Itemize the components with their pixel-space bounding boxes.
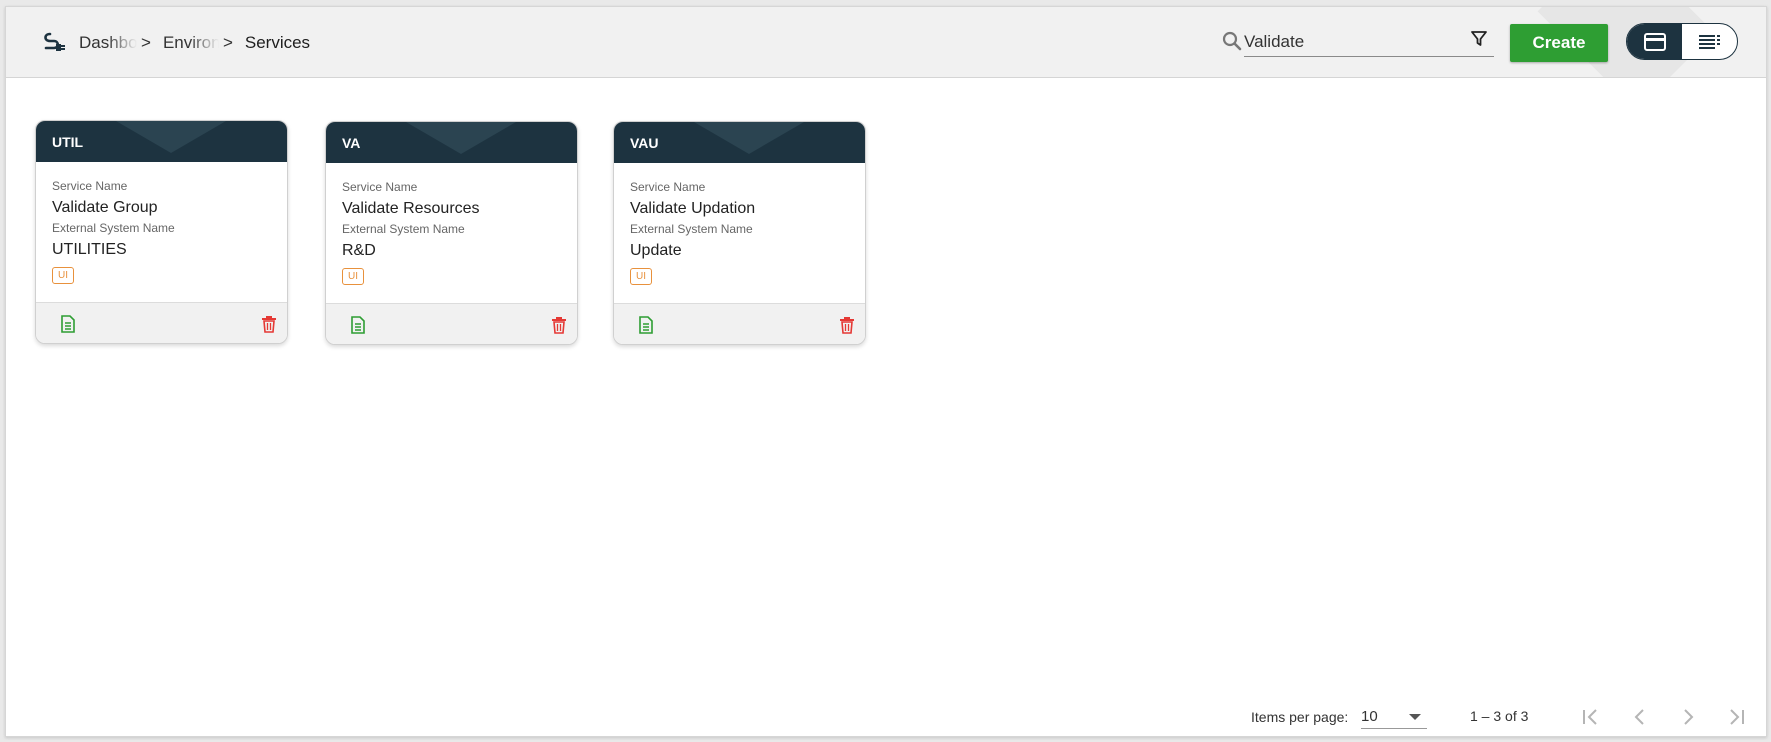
chevron-down-icon [1409, 714, 1421, 720]
service-card[interactable]: VAU Service Name Validate Updation Exter… [613, 121, 866, 345]
last-page-button[interactable] [1724, 705, 1748, 729]
external-system-name: UTILITIES [52, 241, 127, 258]
breadcrumb-separator: > [222, 33, 233, 52]
service-name-label: Service Name [52, 179, 128, 193]
app-logo-icon[interactable] [40, 31, 66, 55]
page-range-label: 1 – 3 of 3 [1470, 708, 1529, 724]
type-badge: UI [342, 268, 364, 285]
app-window: Dashboard > Environments > Services Crea… [5, 6, 1767, 737]
external-system-label: External System Name [342, 222, 465, 236]
card-header-notch [406, 122, 516, 154]
chevron-left-icon [1634, 709, 1644, 725]
list-view-icon [1698, 34, 1720, 49]
search-field [1244, 27, 1494, 57]
previous-page-button[interactable] [1628, 705, 1652, 729]
first-page-button[interactable] [1579, 705, 1603, 729]
delete-icon[interactable] [261, 315, 277, 333]
next-page-button[interactable] [1676, 705, 1700, 729]
delete-icon[interactable] [839, 316, 855, 334]
card-header: VAU [614, 122, 865, 163]
service-name-label: Service Name [630, 180, 706, 194]
search-input[interactable] [1244, 29, 1454, 55]
external-system-label: External System Name [52, 221, 175, 235]
breadcrumb-services: Services [244, 33, 311, 52]
external-system-label: External System Name [630, 222, 753, 236]
create-button[interactable]: Create [1510, 24, 1608, 62]
top-header: Dashboard > Environments > Services Crea… [6, 7, 1766, 78]
list-view-button[interactable] [1682, 24, 1737, 59]
service-code: VA [342, 135, 361, 151]
breadcrumb-environments[interactable]: Environments [163, 33, 219, 53]
document-icon[interactable] [350, 316, 366, 334]
card-footer [614, 303, 865, 344]
external-system-name: Update [630, 242, 682, 259]
chevron-right-icon [1684, 709, 1694, 725]
card-header: UTIL [36, 121, 287, 162]
service-name: Validate Group [52, 199, 158, 216]
card-header: VA [326, 122, 577, 163]
card-body: Service Name Validate Resources External… [326, 163, 577, 305]
service-code: VAU [630, 135, 659, 151]
last-page-icon [1730, 709, 1744, 725]
card-header-notch [694, 122, 804, 154]
breadcrumb-dashboard[interactable]: Dashboard [79, 33, 137, 53]
external-system-name: R&D [342, 242, 376, 259]
document-icon[interactable] [60, 315, 76, 333]
items-per-page-value: 10 [1361, 708, 1378, 725]
card-view-button[interactable] [1627, 24, 1682, 59]
search-icon [1222, 31, 1242, 51]
service-code: UTIL [52, 134, 84, 150]
service-name: Validate Resources [342, 200, 480, 217]
card-view-icon [1643, 32, 1666, 51]
paginator: Items per page: 10 1 – 3 of 3 [6, 697, 1766, 729]
items-per-page-select[interactable]: 10 [1361, 705, 1427, 729]
breadcrumb: Dashboard > Environments > Services [79, 33, 310, 53]
breadcrumb-separator: > [141, 33, 151, 52]
services-grid: UTIL Service Name Validate Group Externa… [6, 79, 1766, 639]
card-footer [326, 303, 577, 344]
delete-icon[interactable] [551, 316, 567, 334]
type-badge: UI [52, 267, 74, 284]
document-icon[interactable] [638, 316, 654, 334]
service-card[interactable]: VA Service Name Validate Resources Exter… [325, 121, 578, 345]
card-footer [36, 302, 287, 343]
type-badge: UI [630, 268, 652, 285]
filter-icon[interactable] [1470, 30, 1488, 48]
first-page-icon [1583, 709, 1597, 725]
card-body: Service Name Validate Group External Sys… [36, 162, 287, 304]
card-body: Service Name Validate Updation External … [614, 163, 865, 305]
service-name-label: Service Name [342, 180, 418, 194]
card-header-notch [116, 121, 226, 153]
view-toggle [1626, 23, 1738, 60]
items-per-page-label: Items per page: [1251, 709, 1349, 725]
service-name: Validate Updation [630, 200, 756, 217]
service-card[interactable]: UTIL Service Name Validate Group Externa… [35, 120, 288, 344]
